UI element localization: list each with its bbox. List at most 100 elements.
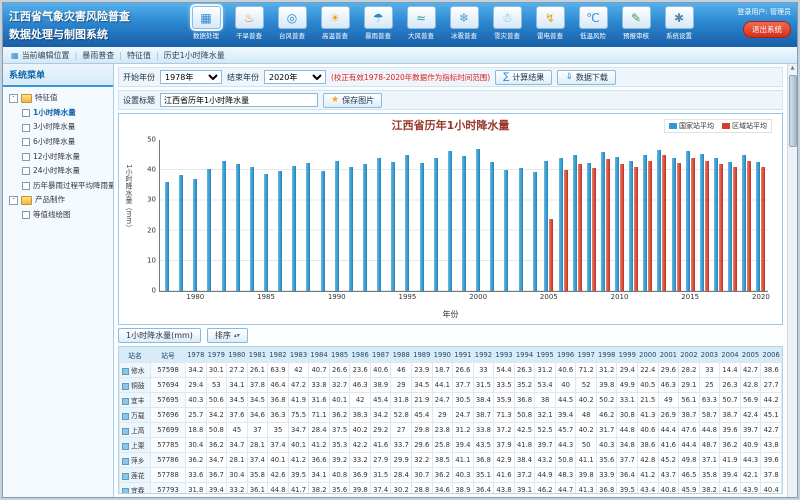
nav-item-gale[interactable]: ≈大风普查 <box>400 6 442 40</box>
value-cell: 39.4 <box>720 468 741 483</box>
tree-item[interactable]: 12小时降水量 <box>22 150 111 165</box>
checkbox-icon[interactable] <box>22 211 30 219</box>
breadcrumb-item[interactable]: ▦当前编辑位置 <box>11 50 70 61</box>
value-cell: 39.5 <box>288 468 309 483</box>
checkbox-icon[interactable] <box>22 182 30 190</box>
value-cell: 58.7 <box>699 408 720 423</box>
value-cell: 38.2 <box>309 483 330 495</box>
bar-group <box>160 140 174 291</box>
logout-button[interactable]: 退出系统 <box>743 21 791 38</box>
y-tick-label: 20 <box>147 227 156 234</box>
national-avg-bar <box>236 164 240 291</box>
national-avg-bar <box>462 156 466 291</box>
y-tick-label: 40 <box>147 167 156 174</box>
tree-item[interactable]: 6小时降水量 <box>22 135 111 150</box>
table-row[interactable]: 宜丰5769540.350.634.534.536.841.931.640.14… <box>120 393 782 408</box>
end-year-select[interactable]: 2020年 <box>264 70 326 84</box>
national-avg-bar <box>420 163 424 291</box>
value-cell: 40.3 <box>596 438 617 453</box>
table-row[interactable]: 萍乡5778636.234.728.137.440.141.236.639.23… <box>120 453 782 468</box>
national-avg-bar <box>321 171 325 291</box>
breadcrumb-item[interactable]: 暴雨普查 <box>82 50 114 61</box>
tree-item[interactable]: 3小时降水量 <box>22 120 111 135</box>
breadcrumb-item[interactable]: 历史1小时降水量 <box>164 50 225 61</box>
nav-item-settings[interactable]: ✱系统设置 <box>658 6 700 40</box>
table-row[interactable]: 上栗5778530.436.234.728.137.440.141.235.34… <box>120 438 782 453</box>
data-table: 站名站号197819791980198119821983198419851986… <box>119 347 782 494</box>
value-cell: 37.1 <box>699 453 720 468</box>
nav-item-data-process[interactable]: ▦数据处理 <box>185 6 227 40</box>
tree-item[interactable]: 历年暴雨过程平均降雨量 <box>22 179 111 194</box>
checkbox-icon[interactable] <box>22 167 30 175</box>
nav-item-snow[interactable]: ☃雪灾普查 <box>486 6 528 40</box>
nav-item-drought[interactable]: ♨干旱普查 <box>228 6 270 40</box>
breadcrumb-item[interactable]: 特征值 <box>127 50 151 61</box>
nav-item-low-temp[interactable]: ℃低温风险 <box>572 6 614 40</box>
station-id-cell: 57785 <box>151 438 186 453</box>
nav-item-high-temp[interactable]: ☀高温普查 <box>314 6 356 40</box>
value-cell: 36.1 <box>247 483 268 495</box>
table-row[interactable]: 上高5769918.850.845373534.728.437.540.229.… <box>120 423 782 438</box>
checkbox-icon[interactable] <box>22 124 30 132</box>
tree-item[interactable]: 等值线绘图 <box>22 208 111 223</box>
value-cell: 29.6 <box>412 438 433 453</box>
col-header-year: 2006 <box>761 348 782 363</box>
tree-toggle-icon[interactable]: - <box>9 94 18 103</box>
value-cell: 44.8 <box>617 423 638 438</box>
value-cell: 21.5 <box>638 393 659 408</box>
col-header-year: 1999 <box>617 348 638 363</box>
value-cell: 39.2 <box>329 453 350 468</box>
table-row[interactable]: 莲花5778833.636.730.435.842.639.534.140.83… <box>120 468 782 483</box>
national-avg-bar <box>292 166 296 291</box>
tree-group[interactable]: -产品制作 <box>9 193 111 208</box>
regional-avg-bar <box>578 164 582 291</box>
save-image-button[interactable]: ★保存图片 <box>323 93 382 108</box>
value-cell: 42.7 <box>740 363 761 378</box>
nav-item-rainstorm[interactable]: ☂暴雨普查 <box>357 6 399 40</box>
sort-control[interactable]: 排序▴▾ <box>207 328 248 343</box>
checkbox-icon[interactable] <box>22 109 30 117</box>
nav-item-label: 干旱普查 <box>228 30 270 40</box>
scroll-up-icon[interactable]: ▲ <box>791 64 795 73</box>
value-cell: 48 <box>576 408 597 423</box>
tree-item[interactable]: 24小时降水量 <box>22 164 111 179</box>
bar-group <box>598 140 612 291</box>
data-download-button[interactable]: ⇓数据下载 <box>557 70 616 85</box>
station-name-cell: 上栗 <box>120 438 151 453</box>
checkbox-icon[interactable] <box>22 138 30 146</box>
national-avg-bar <box>278 171 282 291</box>
table-unit-button[interactable]: 1小时降水量(mm) <box>118 328 201 343</box>
value-cell: 30.5 <box>453 393 474 408</box>
tree-group[interactable]: -特征值 <box>9 91 111 106</box>
table-row[interactable]: 修水5759834.230.127.226.163.94240.726.623.… <box>120 363 782 378</box>
vertical-scrollbar[interactable]: ▲ <box>787 64 797 497</box>
start-year-select[interactable]: 1978年 <box>160 70 222 84</box>
table-row[interactable]: 万载5769625.734.237.634.636.375.571.136.23… <box>120 408 782 423</box>
table-row[interactable]: 铜鼓5769429.45334.137.846.447.233.832.746.… <box>120 378 782 393</box>
value-cell: 33.7 <box>391 438 412 453</box>
nav-item-lightning[interactable]: ↯雷电普查 <box>529 6 571 40</box>
value-cell: 39.7 <box>535 438 556 453</box>
value-cell: 28.2 <box>679 363 700 378</box>
value-cell: 33.5 <box>494 378 515 393</box>
chart-title-input[interactable] <box>160 93 318 107</box>
tree-item[interactable]: 1小时降水量 <box>22 106 111 121</box>
bar-group <box>740 140 754 291</box>
calc-result-button[interactable]: ∑计算结果 <box>495 70 552 85</box>
value-cell: 33.2 <box>350 453 371 468</box>
value-cell: 50.7 <box>720 393 741 408</box>
nav-item-hail[interactable]: ❄冰雹普查 <box>443 6 485 40</box>
value-cell: 14.4 <box>720 363 741 378</box>
nav-item-label: 雷电普查 <box>529 30 571 40</box>
table-row[interactable]: 宜春5779331.839.433.236.144.841.738.235.63… <box>120 483 782 495</box>
checkbox-icon[interactable] <box>22 153 30 161</box>
value-cell: 37.4 <box>370 483 391 495</box>
scroll-thumb[interactable] <box>789 75 797 147</box>
national-avg-bar <box>306 163 310 291</box>
value-cell: 50 <box>576 438 597 453</box>
tree-toggle-icon[interactable]: - <box>9 196 18 205</box>
nav-item-review[interactable]: ✎预报审核 <box>615 6 657 40</box>
regional-avg-bar <box>549 219 553 291</box>
nav-item-typhoon[interactable]: ◎台风普查 <box>271 6 313 40</box>
range-note: (校正有效1978-2020年数据作为指标时间范围) <box>331 72 490 83</box>
